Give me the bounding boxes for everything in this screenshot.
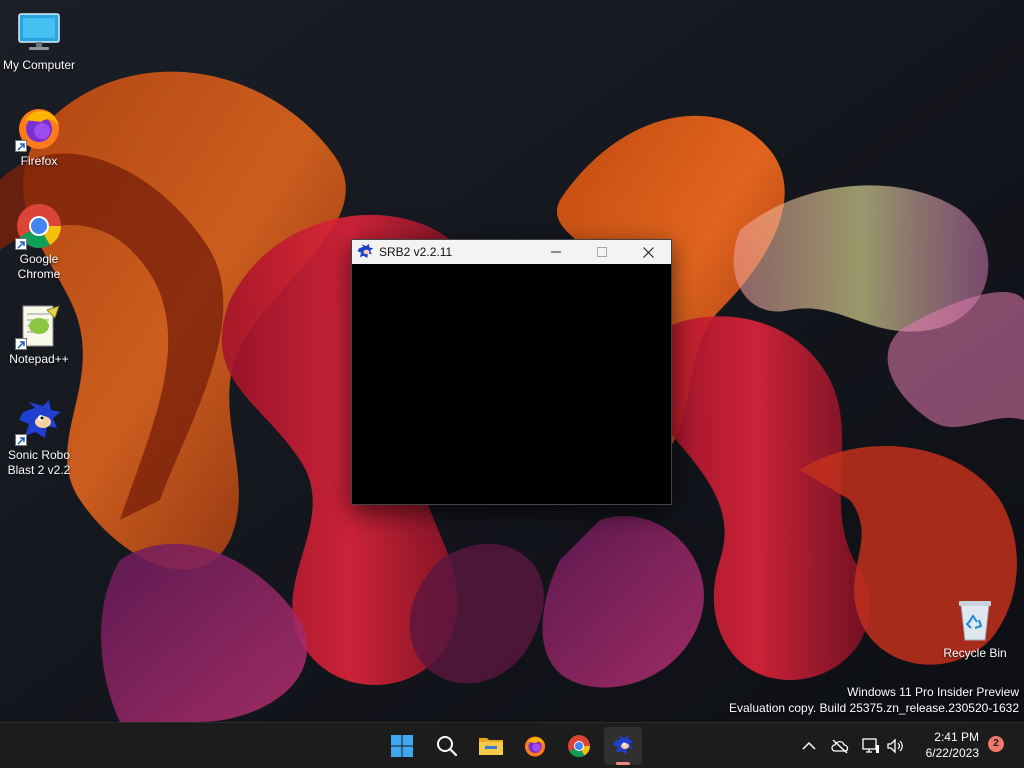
desktop-icon-label: Recycle Bin (943, 646, 1007, 660)
recycle-bin-icon (951, 596, 999, 644)
desktop-icon-my-computer[interactable]: My Computer (0, 8, 78, 73)
desktop-icon-sonic-robo-blast[interactable]: Sonic Robo Blast 2 v2.2 (0, 398, 78, 478)
volume-button[interactable] (885, 736, 905, 756)
desktop-icon-recycle-bin[interactable]: Recycle Bin (936, 596, 1014, 661)
shortcut-arrow-icon (15, 140, 27, 152)
watermark-edition: Windows 11 Pro Insider Preview (847, 685, 1019, 699)
search-icon (437, 736, 458, 757)
windows-watermark: Windows 11 Pro Insider Preview Evaluatio… (729, 684, 1019, 716)
volume-icon (887, 738, 903, 754)
taskbar-chrome-button[interactable] (560, 727, 598, 765)
window-titlebar[interactable]: SRB2 v2.2.11 (352, 240, 671, 264)
notification-badge[interactable]: 2 (988, 736, 1004, 752)
desktop-icon-label: My Computer (2, 58, 76, 72)
taskbar: 2:41 PM 6/22/2023 (0, 722, 1024, 768)
notepadpp-icon (15, 302, 63, 350)
maximize-button[interactable] (579, 240, 625, 264)
window-title: SRB2 v2.2.11 (379, 245, 453, 259)
taskbar-firefox-button[interactable] (516, 727, 554, 765)
clock-button[interactable]: 2:41 PM 6/22/2023 (909, 729, 979, 761)
folder-icon (479, 738, 503, 755)
close-button[interactable] (625, 240, 671, 264)
shortcut-arrow-icon (15, 434, 27, 446)
clock-date: 6/22/2023 (925, 746, 979, 760)
search-button[interactable] (428, 727, 466, 765)
watermark-build: Evaluation copy. Build 25375.zn_release.… (729, 701, 1019, 715)
srb2-window[interactable]: SRB2 v2.2.11 (351, 239, 672, 505)
desktop-icon-firefox[interactable]: Firefox (0, 104, 78, 169)
cloud-offline-icon (831, 739, 849, 754)
sonic-icon (15, 398, 63, 446)
desktop-icon-label: Sonic Robo Blast 2 v2.2 (7, 448, 71, 477)
chevron-up-icon (802, 741, 816, 750)
minimize-button[interactable] (533, 240, 579, 264)
chrome-icon (568, 735, 590, 757)
onedrive-button[interactable] (830, 736, 850, 756)
desktop-icon-label: Notepad++ (9, 352, 69, 366)
firefox-icon (15, 104, 63, 152)
firefox-icon (525, 736, 545, 757)
show-hidden-icons-button[interactable] (799, 736, 819, 756)
sonic-icon (356, 243, 374, 261)
game-viewport[interactable] (352, 264, 671, 504)
chrome-icon (15, 202, 63, 250)
desktop[interactable]: My Computer Firefox Google Chrome Notepa… (0, 0, 1024, 768)
sonic-icon (613, 735, 634, 754)
network-button[interactable] (861, 736, 881, 756)
shortcut-arrow-icon (15, 338, 27, 350)
file-explorer-button[interactable] (472, 727, 510, 765)
monitor-icon (15, 8, 63, 56)
minimize-icon (551, 251, 561, 253)
maximize-icon (597, 247, 607, 257)
shortcut-arrow-icon (15, 238, 27, 250)
clock-time: 2:41 PM (934, 730, 979, 744)
desktop-icon-notepadpp[interactable]: Notepad++ (0, 302, 78, 367)
close-icon (642, 246, 654, 258)
active-app-indicator (616, 762, 630, 765)
network-icon (862, 738, 879, 753)
desktop-icon-google-chrome[interactable]: Google Chrome (0, 202, 78, 282)
desktop-icon-label: Firefox (20, 154, 58, 168)
windows-start-icon (391, 735, 413, 757)
start-button[interactable] (383, 727, 421, 765)
desktop-icon-label: Google Chrome (17, 252, 61, 281)
taskbar-srb2-button[interactable] (604, 727, 642, 765)
